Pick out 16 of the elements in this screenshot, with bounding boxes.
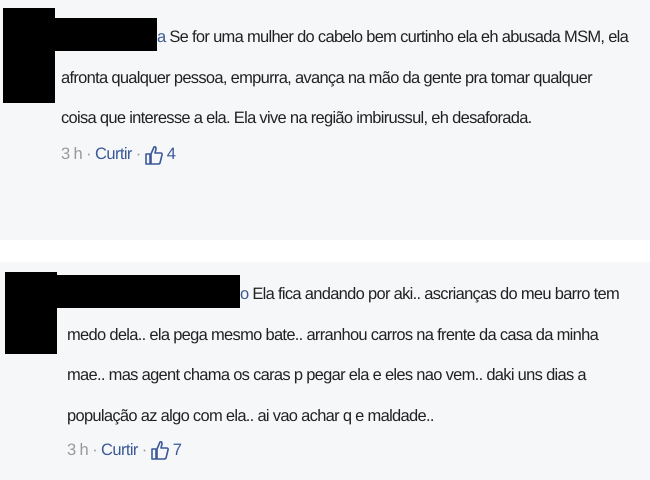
separator-dot: ·: [86, 145, 92, 164]
separator-dot: ·: [136, 145, 141, 164]
author-link[interactable]: a: [157, 28, 166, 46]
author-link[interactable]: o: [240, 285, 248, 303]
thumbs-up-icon: [150, 440, 169, 460]
thumbs-up-icon: [144, 144, 163, 164]
like-count: 7: [172, 440, 182, 460]
comment-text: a Se for uma mulher do cabelo bem curtinho ela eh abusada MSM, ela afronta qualquer pessoa, empurra, avança na mão da gente pra tomar qualquer coisa que interesse a ela. Ela vive na região imbirussul, eh desaforada.: [55, 0, 630, 138]
like-link[interactable]: Curtir: [101, 440, 138, 460]
comment-text: o Ela fica andando por aki.. ascrianças do meu barro tem medo dela.. ela pega mesmo bate.. arranhou carros na frente da casa da minha mae.. mas agent chama os caras p pegar ela e eles nao vem.. daki uns dias a população az algo com ela.. ai vao achar q e maldade..: [57, 262, 630, 436]
timestamp: 3 h: [67, 440, 88, 460]
timestamp: 3 h: [61, 145, 82, 164]
separator-dot: ·: [92, 440, 98, 460]
separator-dot: ·: [142, 440, 147, 460]
like-count: 4: [166, 145, 176, 164]
like-link[interactable]: Curtir: [95, 145, 132, 164]
